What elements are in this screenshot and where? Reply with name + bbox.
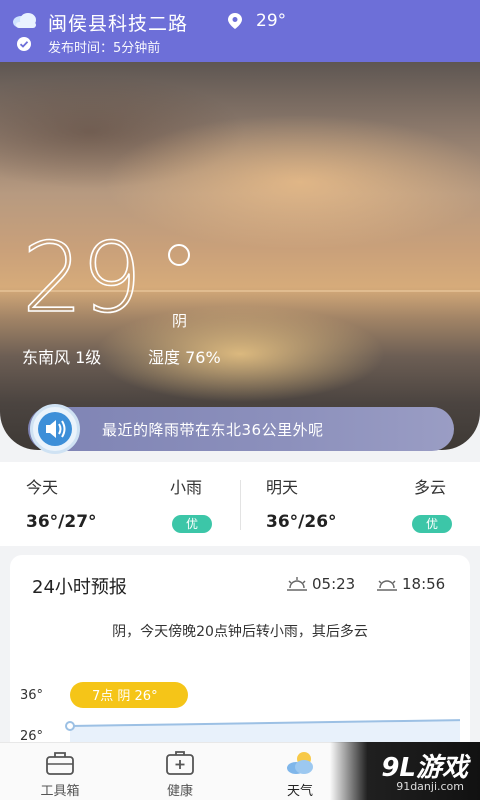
publish-time: 发布时间：5分钟前 <box>48 41 161 56</box>
daily-summary: 今天 小雨 36°/27° 优 明天 多云 36°/26° 优 <box>0 462 480 546</box>
today-label: 今天 <box>26 478 59 497</box>
degree-symbol <box>168 244 190 266</box>
location-name[interactable]: 闽侯县科技二路 <box>48 9 188 36</box>
tab-toolbox[interactable]: 工具箱 <box>0 743 120 800</box>
rain-notice-banner[interactable]: 最近的降雨带在东北36公里外呢 <box>28 404 454 454</box>
tab-health[interactable]: 健康 <box>120 743 240 800</box>
weather-hero: 29 阴 东南风 1级 湿度 76% <box>0 62 480 450</box>
cloud-icon <box>13 13 36 28</box>
forecast-title: 24小时预报 <box>32 577 127 598</box>
hourly-temperature-chart[interactable]: 36° 26° 7点 阴 26° <box>10 670 470 745</box>
tomorrow-aqi-badge: 优 <box>412 515 452 533</box>
current-temperature: 29 <box>21 222 143 334</box>
watermark: 9L游戏 91danji.com <box>330 742 480 800</box>
speaker-button[interactable] <box>30 404 80 454</box>
sunrise-icon <box>287 577 307 591</box>
today-aqi-badge: 优 <box>172 515 212 533</box>
weather-cloud-sun-icon <box>287 752 313 774</box>
today-temps: 36°/27° <box>26 512 97 532</box>
watermark-url: 91danji.com <box>396 780 464 793</box>
toolbox-icon <box>46 752 74 775</box>
location-pin-icon <box>228 13 242 29</box>
speaker-icon <box>46 420 66 438</box>
first-aid-kit-icon <box>166 751 194 775</box>
tomorrow-temps: 36°/26° <box>266 512 337 532</box>
tomorrow-label: 明天 <box>266 478 299 497</box>
y-tick-high: 36° <box>20 688 43 703</box>
tab-toolbox-label: 工具箱 <box>40 784 80 799</box>
tab-health-label: 健康 <box>166 784 193 799</box>
check-circle-icon <box>17 37 31 51</box>
header-temperature: 29° <box>256 11 287 31</box>
sunrise-time: 05:23 <box>312 575 356 593</box>
temperature-point <box>65 721 75 731</box>
watermark-logo: 9L游戏 <box>381 753 468 783</box>
hour-tooltip: 7点 阴 26° <box>92 689 158 704</box>
tomorrow-weather: 多云 <box>414 478 447 497</box>
location-header: 闽侯县科技二路 29° 发布时间：5分钟前 <box>0 0 480 62</box>
wind-info: 东南风 1级 <box>22 348 102 367</box>
current-condition: 阴 <box>172 312 188 330</box>
sunset-icon <box>377 580 397 591</box>
forecast-description: 阴，今天傍晚20点钟后转小雨，其后多云 <box>112 624 368 640</box>
sunset-time: 18:56 <box>402 575 446 593</box>
today-weather: 小雨 <box>170 478 203 497</box>
divider <box>240 480 241 530</box>
rain-notice-text: 最近的降雨带在东北36公里外呢 <box>102 421 324 439</box>
humidity-info: 湿度 76% <box>148 348 221 367</box>
